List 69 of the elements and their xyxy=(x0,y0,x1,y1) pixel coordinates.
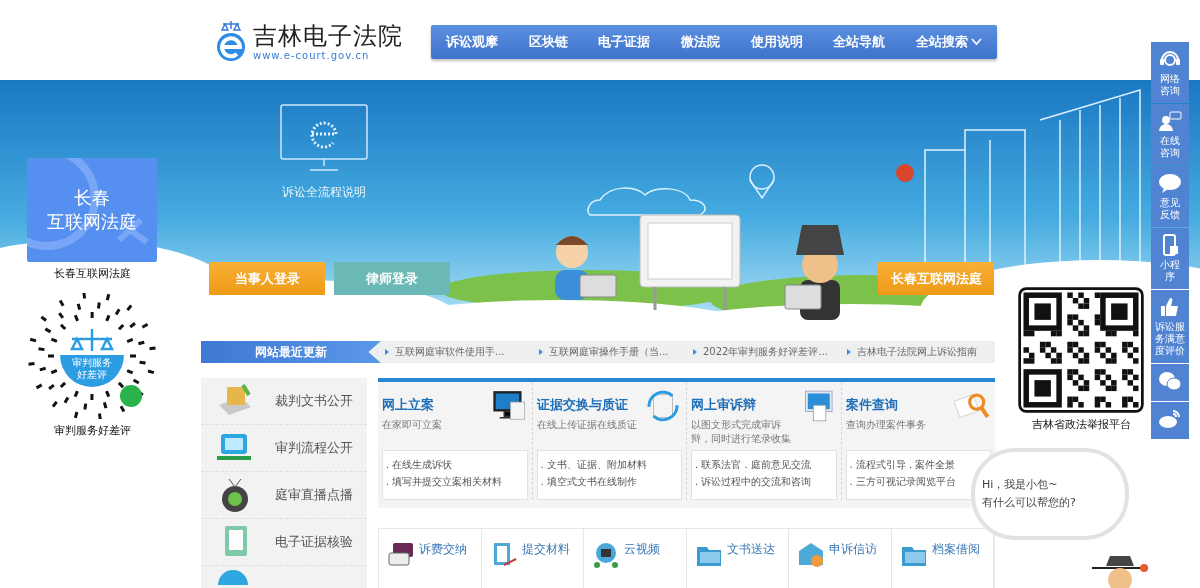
triangle-icon xyxy=(539,349,543,355)
wechat-icon xyxy=(1158,370,1182,392)
side-menu-item[interactable]: 审判流程公开 xyxy=(201,425,367,472)
person-chat-icon xyxy=(1158,110,1182,132)
feature-item: . 诉讼过程中的交流和咨询 xyxy=(695,475,813,489)
qr-badge-label: 审判服务好差评 xyxy=(71,357,113,381)
nav-link[interactable]: 全站导航 xyxy=(831,29,888,55)
service-title-link[interactable]: 案件查询 xyxy=(845,396,947,414)
nav-link[interactable]: 区块链 xyxy=(526,29,570,55)
feature-item: . 在线生成诉状 xyxy=(386,458,454,472)
service-link[interactable]: 申诉信访 xyxy=(789,529,892,588)
court-caption: 长春互联网法庭 xyxy=(53,266,131,281)
service-title-link[interactable]: 证据交换与质证 xyxy=(536,396,638,414)
mini-program-code-drawing[interactable] xyxy=(27,293,157,419)
service-link[interactable]: 提交材料 xyxy=(481,529,584,588)
feature-item: . 填空式文书在线制作 xyxy=(540,475,638,489)
service-description: 查询办理案件事务 xyxy=(845,418,927,432)
qr-caption: 审判服务好差评 xyxy=(53,423,131,438)
chat-bubble-icon xyxy=(1158,172,1182,194)
toolbar-button[interactable]: 小程序 xyxy=(1151,228,1189,289)
feature-item: . 流程式引导 . 案件全景 xyxy=(849,458,957,472)
document-arrows-icon xyxy=(644,388,682,424)
site-url: www.e-court.gov.cn xyxy=(253,49,371,61)
nav-link[interactable]: 微法院 xyxy=(678,29,722,55)
side-menu-item[interactable]: 裁判文书公开 xyxy=(201,378,367,425)
triangle-icon xyxy=(693,349,697,355)
emblem-icon xyxy=(896,164,914,182)
side-menu-item[interactable]: 庭审直播点播 xyxy=(201,472,367,519)
boy-with-laptop-drawing xyxy=(555,236,617,300)
service-link[interactable]: 档案借阅 xyxy=(891,529,994,588)
feature-item: . 联系法官 . 庭前意见交流 xyxy=(695,458,812,472)
service-link[interactable]: 云视频 xyxy=(584,529,687,588)
toolbar-button[interactable]: 网络咨询 xyxy=(1151,42,1189,103)
triangle-icon xyxy=(847,349,851,355)
nav-link[interactable]: 电子证据 xyxy=(596,29,653,55)
toolbar-button[interactable] xyxy=(1151,364,1189,401)
site-title: 吉林电子法院 xyxy=(253,21,403,50)
update-link[interactable]: 互联网庭审操作手册（当... xyxy=(539,345,681,359)
service-link[interactable]: 诉费交纳 xyxy=(379,529,482,588)
service-description: 在家即可立案 xyxy=(382,418,443,432)
feature-item: . 文书、证据、附加材料 xyxy=(540,458,648,472)
card-icon xyxy=(387,541,415,569)
service-description: 在线上传证据在线质证 xyxy=(536,418,638,432)
update-link[interactable]: 互联网庭审软件使用手... xyxy=(385,345,527,359)
nav-link[interactable]: 诉讼观摩 xyxy=(444,29,501,55)
court-card[interactable]: 长春 互联网法庭 xyxy=(27,158,157,262)
update-link[interactable]: 吉林电子法院网上诉讼指南 xyxy=(847,345,989,359)
qr-code[interactable] xyxy=(1017,287,1145,413)
triangle-icon xyxy=(385,349,389,355)
side-menu-item[interactable]: 电子证据核验 xyxy=(201,519,367,566)
qr-caption: 吉林省政法举报平台 xyxy=(1031,417,1131,432)
service-title-link[interactable]: 网上审诉辩 xyxy=(691,396,792,414)
monitor-e-icon[interactable] xyxy=(280,104,368,172)
service-link[interactable]: 文书送达 xyxy=(686,529,789,588)
webcam-icon xyxy=(592,541,620,569)
toolbar-button[interactable]: 意见反馈 xyxy=(1151,166,1189,227)
updates-label: 网站最近更新 xyxy=(201,341,381,363)
service-title-link[interactable]: 网上立案 xyxy=(382,396,483,414)
update-link[interactable]: 2022年审判服务好评差评... xyxy=(693,345,835,359)
service-description: 以图文形式完成审诉辩，同时进行笔录收集 xyxy=(691,418,792,446)
mascot-drawing[interactable] xyxy=(1090,554,1150,588)
toolbar-button[interactable] xyxy=(1151,402,1189,439)
toolbar-button[interactable]: 诉讼服务满意度评价 xyxy=(1151,290,1189,363)
toolbar-button[interactable]: 在线咨询 xyxy=(1151,104,1189,165)
nav-link[interactable]: 使用说明 xyxy=(748,29,805,55)
nav-link[interactable]: 全站搜索 xyxy=(913,29,984,55)
process-guide-link[interactable]: 诉讼全流程说明 xyxy=(282,184,366,201)
feature-item: . 填写并提交立案相关材料 xyxy=(386,475,504,489)
weibo-icon xyxy=(1158,408,1182,430)
